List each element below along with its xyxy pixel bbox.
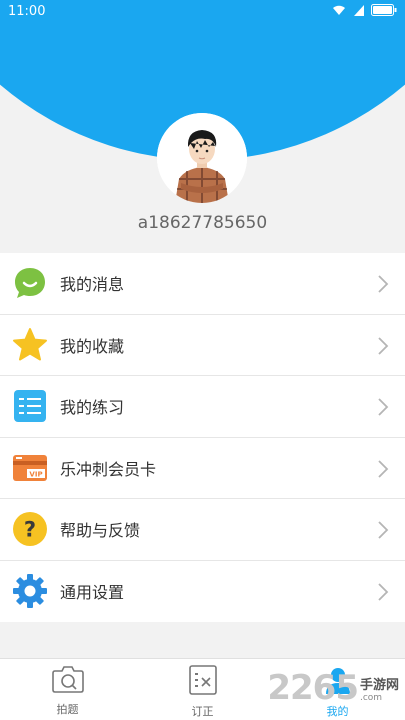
vip-card-icon: VIP xyxy=(12,450,48,486)
vip-badge: VIP xyxy=(29,470,42,478)
camera-icon xyxy=(51,665,84,697)
menu-item-practice[interactable]: 我的练习 xyxy=(0,376,405,438)
watermark-en: .com xyxy=(359,692,383,703)
menu-item-label: 我的收藏 xyxy=(60,336,125,356)
menu-item-label: 我的消息 xyxy=(60,275,125,295)
gear-icon xyxy=(12,573,48,609)
chevron-right-icon xyxy=(377,520,389,544)
status-time: 11:00 xyxy=(8,4,46,19)
tab-label: 订正 xyxy=(191,705,214,718)
avatar[interactable] xyxy=(157,113,247,203)
chevron-right-icon xyxy=(377,459,389,483)
tab-correction[interactable]: 订正 xyxy=(135,659,270,720)
menu-item-favorites[interactable]: 我的收藏 xyxy=(0,315,405,376)
chevron-right-icon xyxy=(377,397,389,421)
menu-item-help[interactable]: ? 帮助与反馈 xyxy=(0,499,405,561)
chevron-right-icon xyxy=(377,274,389,298)
chevron-right-icon xyxy=(377,582,389,606)
menu-item-label: 我的练习 xyxy=(60,398,125,418)
watermark-number: 2265 xyxy=(267,668,359,708)
watermark-cn: 手游网 xyxy=(359,677,399,693)
watermark-logo: 2265 手游网 .com xyxy=(267,668,399,708)
avatar-photo xyxy=(157,113,247,203)
tab-photo-question[interactable]: 拍题 xyxy=(0,659,135,720)
help-glyph: ? xyxy=(24,518,36,542)
username: a18627785650 xyxy=(137,213,268,233)
help-icon: ? xyxy=(12,511,48,547)
battery-icon xyxy=(371,4,397,20)
menu-item-messages[interactable]: 我的消息 xyxy=(0,253,405,315)
tab-label: 拍题 xyxy=(56,703,79,716)
signal-icon xyxy=(354,4,364,20)
chevron-right-icon xyxy=(377,336,389,360)
menu-item-label: 帮助与反馈 xyxy=(60,521,141,541)
message-icon xyxy=(12,265,48,301)
star-icon xyxy=(12,327,48,363)
correction-icon xyxy=(188,665,217,699)
menu-item-settings[interactable]: 通用设置 xyxy=(0,561,405,623)
wifi-icon xyxy=(331,4,347,20)
menu-item-label: 乐冲刺会员卡 xyxy=(60,459,157,479)
practice-icon xyxy=(12,388,48,424)
menu-item-label: 通用设置 xyxy=(60,583,125,603)
status-bar: 11:00 xyxy=(0,0,405,24)
menu-item-vip-card[interactable]: VIP 乐冲刺会员卡 xyxy=(0,438,405,499)
menu-list: 我的消息 我的收藏 我的练习 VIP 乐冲刺会员卡 ? 帮助与反馈 通用设置 xyxy=(0,253,405,622)
